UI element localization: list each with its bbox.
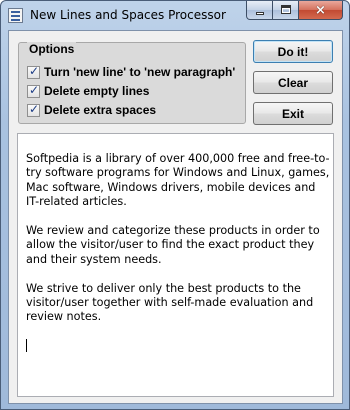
close-icon: × bbox=[315, 2, 326, 18]
app-icon[interactable] bbox=[8, 8, 23, 23]
options-groupbox: Options ✓ Turn 'new line' to 'new paragr… bbox=[18, 42, 246, 124]
checkmark-icon: ✓ bbox=[28, 101, 40, 116]
editor-paragraph: We review and categorize these products … bbox=[26, 224, 324, 266]
text-caret bbox=[26, 339, 27, 353]
editor-paragraph: We strive to deliver only the best produ… bbox=[26, 281, 317, 324]
option-delete-extra-spaces[interactable]: ✓ Delete extra spaces bbox=[27, 102, 156, 118]
minimize-icon bbox=[256, 12, 264, 15]
text-editor[interactable]: Softpedia is a library of over 400,000 f… bbox=[17, 133, 334, 397]
close-button[interactable]: × bbox=[299, 1, 343, 20]
clear-button[interactable]: Clear bbox=[253, 71, 333, 94]
app-window: New Lines and Spaces Processor × Options… bbox=[0, 0, 350, 410]
maximize-icon bbox=[281, 5, 291, 14]
minimize-button[interactable] bbox=[246, 1, 273, 20]
option-label: Turn 'new line' to 'new paragraph' bbox=[44, 65, 236, 79]
editor-content: Softpedia is a library of over 400,000 f… bbox=[26, 152, 333, 353]
exit-button[interactable]: Exit bbox=[253, 102, 333, 125]
do-it-button[interactable]: Do it! bbox=[253, 40, 333, 63]
maximize-button[interactable] bbox=[273, 1, 299, 20]
delete-extra-spaces-checkbox[interactable]: ✓ bbox=[27, 101, 40, 117]
new-line-checkbox[interactable]: ✓ bbox=[27, 63, 40, 79]
options-legend: Options bbox=[27, 42, 77, 56]
delete-empty-lines-checkbox[interactable]: ✓ bbox=[27, 82, 40, 98]
option-delete-empty-lines[interactable]: ✓ Delete empty lines bbox=[27, 83, 149, 99]
window-title: New Lines and Spaces Processor bbox=[30, 8, 226, 22]
option-label: Delete empty lines bbox=[44, 84, 150, 98]
caption-buttons: × bbox=[246, 1, 343, 20]
editor-paragraph: Softpedia is a library of over 400,000 f… bbox=[26, 152, 333, 209]
option-label: Delete extra spaces bbox=[44, 103, 157, 117]
option-new-line-to-paragraph[interactable]: ✓ Turn 'new line' to 'new paragraph' bbox=[27, 64, 235, 80]
title-bar[interactable]: New Lines and Spaces Processor × bbox=[1, 1, 349, 30]
checkmark-icon: ✓ bbox=[28, 63, 40, 78]
checkmark-icon: ✓ bbox=[28, 82, 40, 97]
client-area: Options ✓ Turn 'new line' to 'new paragr… bbox=[8, 30, 343, 404]
